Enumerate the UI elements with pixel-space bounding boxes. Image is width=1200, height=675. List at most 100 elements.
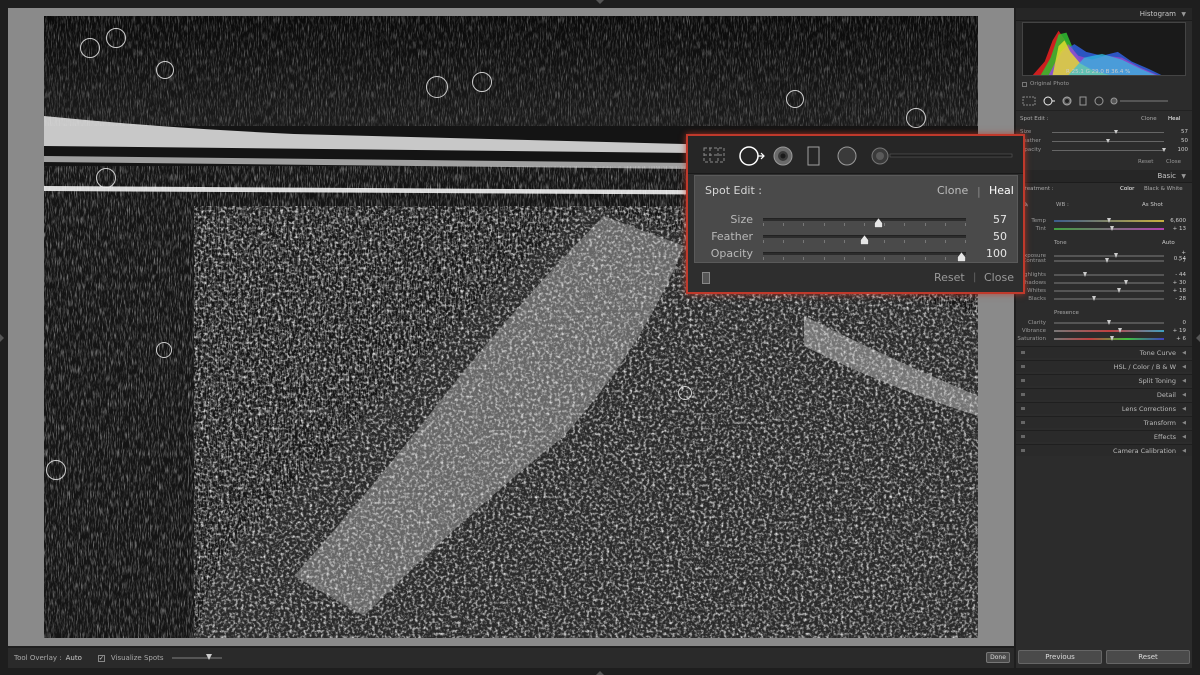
reset-button[interactable]: Reset xyxy=(1106,650,1190,664)
mini-opacity-slider[interactable]: Opacity 100 xyxy=(1020,147,1188,153)
panel-switch-icon[interactable] xyxy=(702,272,710,284)
temp-slider[interactable]: Temp 6,600 xyxy=(1016,218,1192,224)
slider-thumb[interactable] xyxy=(1091,296,1096,301)
spot-circle[interactable] xyxy=(472,72,492,92)
vibrance-slider[interactable]: Vibrance + 19 xyxy=(1016,328,1192,334)
radial-filter-icon[interactable] xyxy=(836,145,858,167)
slider-thumb[interactable] xyxy=(1110,336,1115,341)
previous-button[interactable]: Previous xyxy=(1018,650,1102,664)
tone-auto-button[interactable]: Auto xyxy=(1162,240,1175,246)
spot-circle[interactable] xyxy=(156,342,172,358)
spot-circle[interactable] xyxy=(46,460,66,480)
slider-thumb[interactable] xyxy=(1107,218,1111,223)
panel-toggle-icon[interactable] xyxy=(1021,449,1025,452)
feather-slider-row[interactable]: Feather 50 xyxy=(695,229,1019,245)
spot-circle[interactable] xyxy=(906,108,926,128)
size-slider[interactable] xyxy=(763,217,966,228)
spot-circle[interactable] xyxy=(678,386,692,400)
spot-removal-tool-icon[interactable] xyxy=(1042,96,1056,106)
panel-toggle-icon[interactable] xyxy=(1021,351,1025,354)
whites-slider[interactable]: Whites + 18 xyxy=(1016,288,1192,294)
heal-button[interactable]: Heal xyxy=(989,184,1014,197)
mini-size-slider[interactable]: Size 57 xyxy=(1020,129,1188,135)
panel-toggle-icon[interactable] xyxy=(1021,421,1025,424)
basic-header[interactable]: Basic ▼ xyxy=(1016,170,1192,183)
original-photo-toggle[interactable]: Original Photo xyxy=(1022,81,1069,87)
slider-thumb[interactable] xyxy=(1107,320,1111,325)
spot-circle[interactable] xyxy=(156,61,174,79)
treatment-color-button[interactable]: Color xyxy=(1120,186,1134,192)
tint-slider[interactable]: Tint + 13 xyxy=(1016,226,1192,232)
adjustment-brush-slider[interactable] xyxy=(1110,96,1170,106)
slider-thumb[interactable] xyxy=(957,247,966,262)
crop-tool-icon[interactable] xyxy=(702,146,726,164)
contrast-slider[interactable]: Contrast - 7 xyxy=(1016,258,1192,264)
slider-thumb[interactable] xyxy=(1106,138,1110,143)
left-panel-toggle-icon[interactable] xyxy=(0,334,4,342)
mini-close-button[interactable]: Close xyxy=(1166,159,1181,165)
panel-toggle-icon[interactable] xyxy=(1021,393,1025,396)
slider-thumb[interactable] xyxy=(1104,258,1109,263)
transform-panel-header[interactable]: Transform ◀ xyxy=(1016,416,1192,428)
panel-toggle-icon[interactable] xyxy=(1021,435,1025,438)
clone-button[interactable]: Clone xyxy=(937,184,968,197)
graduated-filter-icon[interactable] xyxy=(806,145,822,167)
wb-dropdown[interactable]: As Shot xyxy=(1142,202,1163,208)
visualize-threshold-slider[interactable] xyxy=(171,654,222,660)
slider-thumb[interactable] xyxy=(1082,272,1087,277)
opacity-value[interactable]: 100 xyxy=(986,247,1007,260)
adjustment-brush-slider[interactable] xyxy=(870,145,1016,167)
spot-circle[interactable] xyxy=(426,76,448,98)
slider-thumb[interactable] xyxy=(1162,147,1166,152)
slider-thumb[interactable] xyxy=(205,654,212,660)
bottom-panel-toggle-icon[interactable] xyxy=(596,671,604,675)
opacity-slider-row[interactable]: Opacity 100 xyxy=(695,246,1019,262)
photo-preview[interactable] xyxy=(44,16,978,638)
hsl-panel-header[interactable]: HSL / Color / B & W ◀ xyxy=(1016,360,1192,372)
done-button[interactable]: Done xyxy=(986,652,1010,663)
spot-close-button[interactable]: Close xyxy=(984,271,1014,284)
opacity-slider[interactable] xyxy=(763,251,966,262)
mini-heal-button[interactable]: Heal xyxy=(1168,116,1180,122)
tone-curve-panel-header[interactable]: Tone Curve ◀ xyxy=(1016,346,1192,358)
original-photo-checkbox[interactable] xyxy=(1022,81,1027,87)
red-eye-tool-icon[interactable] xyxy=(1062,96,1072,106)
mini-reset-button[interactable]: Reset xyxy=(1138,159,1153,165)
effects-panel-header[interactable]: Effects ◀ xyxy=(1016,430,1192,442)
lens-corrections-panel-header[interactable]: Lens Corrections ◀ xyxy=(1016,402,1192,414)
shadows-slider[interactable]: Shadows + 30 xyxy=(1016,280,1192,286)
slider-thumb[interactable] xyxy=(1118,328,1122,333)
slider-thumb[interactable] xyxy=(1113,129,1118,134)
slider-thumb[interactable] xyxy=(1116,288,1121,293)
slider-thumb[interactable] xyxy=(860,230,869,245)
top-panel-toggle-icon[interactable] xyxy=(596,0,604,4)
clarity-slider[interactable]: Clarity 0 xyxy=(1016,320,1192,326)
blacks-slider[interactable]: Blacks - 28 xyxy=(1016,296,1192,302)
size-value[interactable]: 57 xyxy=(993,213,1007,226)
spot-circle[interactable] xyxy=(106,28,126,48)
right-panel-toggle-icon[interactable] xyxy=(1196,334,1200,342)
panel-toggle-icon[interactable] xyxy=(1021,365,1025,368)
panel-toggle-icon[interactable] xyxy=(1021,407,1025,410)
highlights-slider[interactable]: Highlights - 44 xyxy=(1016,272,1192,278)
spot-circle[interactable] xyxy=(786,90,804,108)
split-toning-panel-header[interactable]: Split Toning ◀ xyxy=(1016,374,1192,386)
crop-tool-icon[interactable] xyxy=(1022,96,1036,106)
slider-thumb[interactable] xyxy=(1123,280,1128,285)
tool-overlay-dropdown[interactable]: Auto xyxy=(66,654,82,662)
spot-removal-tool-icon[interactable] xyxy=(738,145,766,167)
spot-circle[interactable] xyxy=(96,168,116,188)
feather-slider[interactable] xyxy=(763,234,966,245)
graduated-filter-icon[interactable] xyxy=(1078,96,1088,106)
histogram-header[interactable]: Histogram ▼ xyxy=(1016,8,1192,21)
mini-clone-button[interactable]: Clone xyxy=(1141,116,1157,122)
visualize-spots-checkbox[interactable]: ✓ xyxy=(97,654,105,662)
radial-filter-icon[interactable] xyxy=(1094,96,1104,106)
slider-thumb[interactable] xyxy=(1110,226,1115,231)
detail-panel-header[interactable]: Detail ◀ xyxy=(1016,388,1192,400)
camera-calibration-panel-header[interactable]: Camera Calibration ◀ xyxy=(1016,444,1192,456)
red-eye-tool-icon[interactable] xyxy=(772,145,794,167)
size-slider-row[interactable]: Size 57 xyxy=(695,212,1019,228)
mini-feather-slider[interactable]: Feather 50 xyxy=(1020,138,1188,144)
spot-reset-button[interactable]: Reset xyxy=(934,271,965,284)
